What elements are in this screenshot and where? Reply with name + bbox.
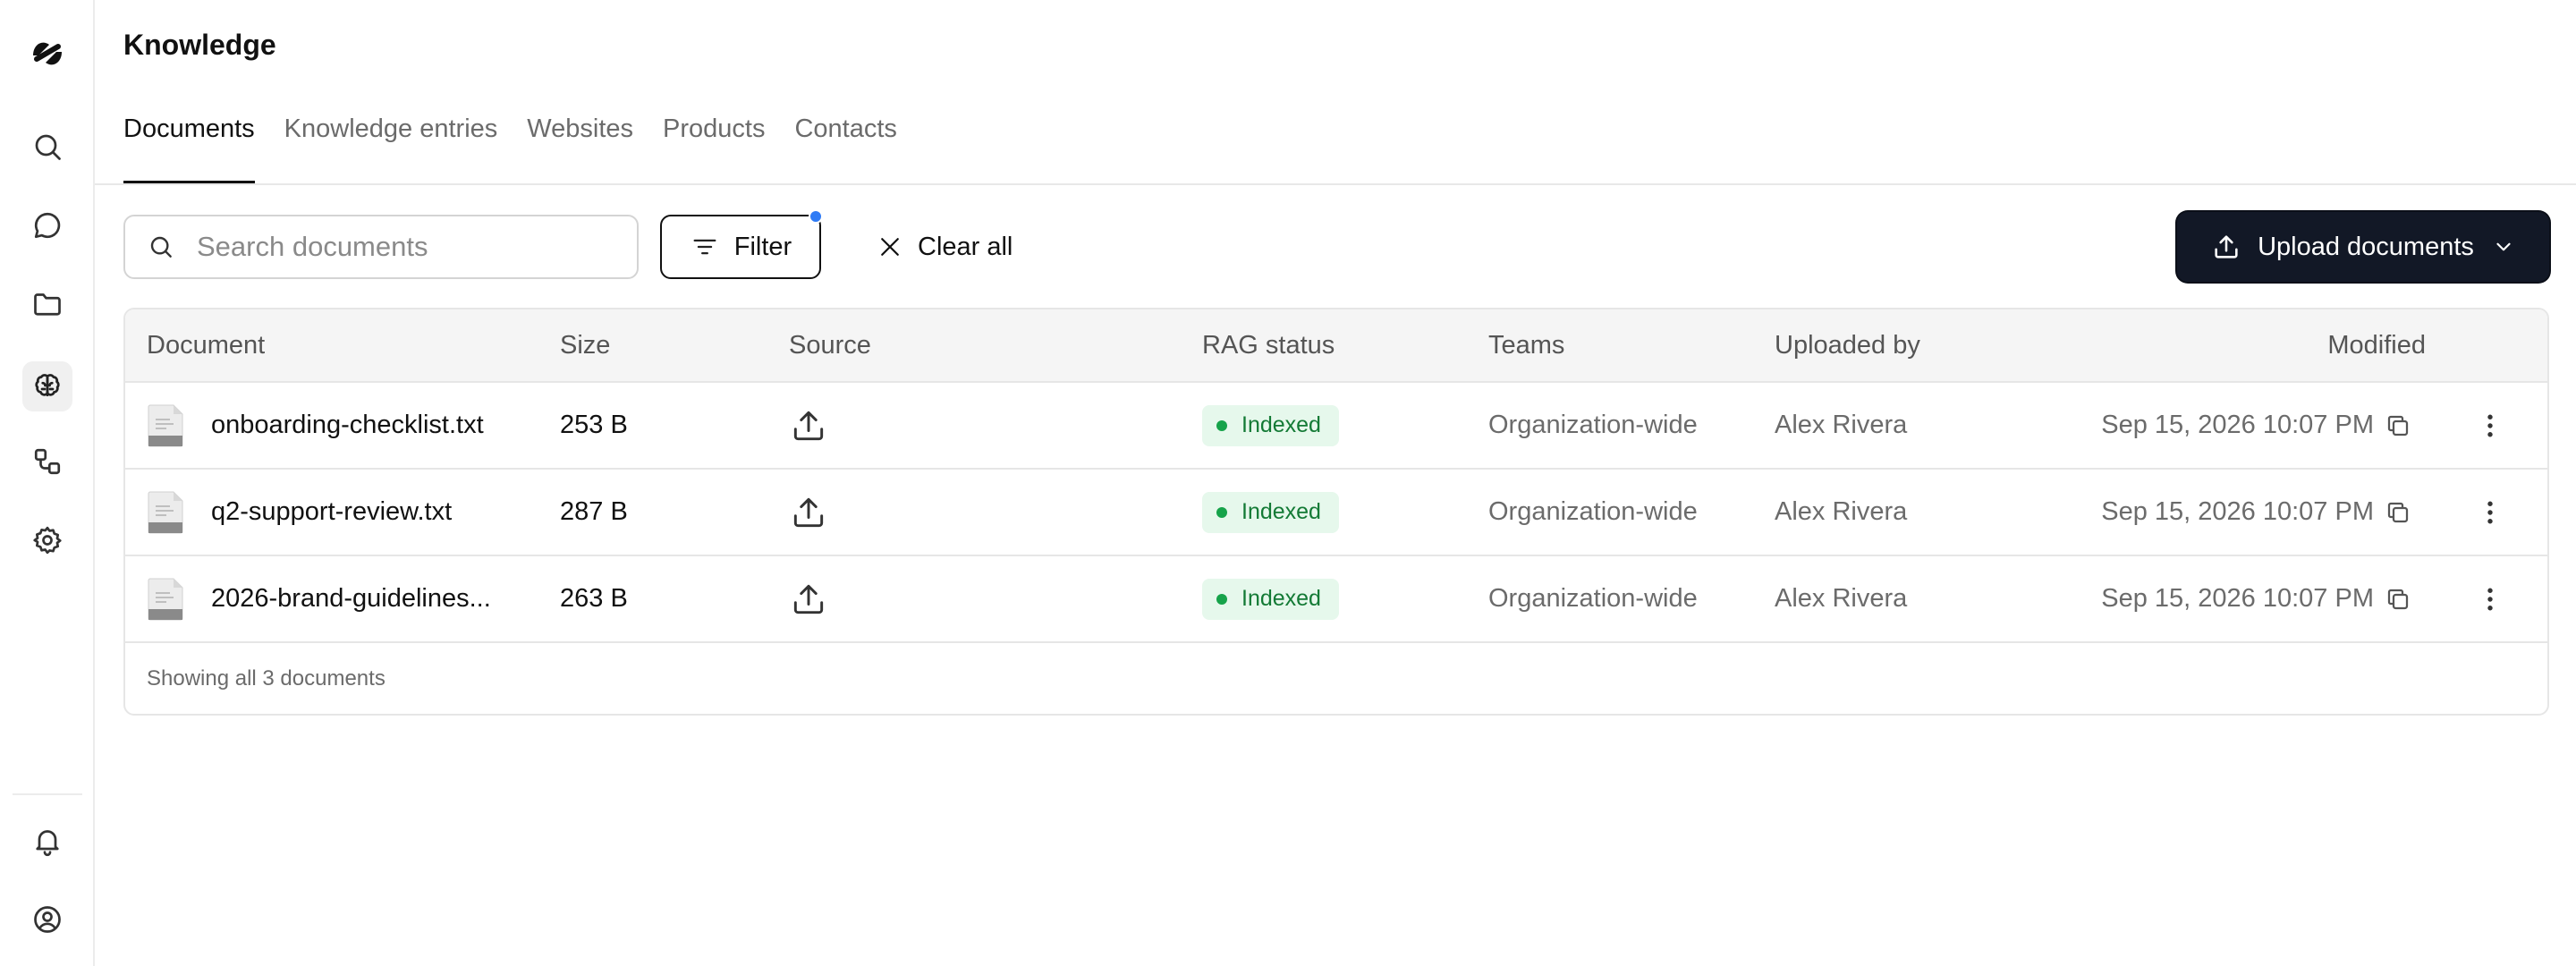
status-label: Indexed bbox=[1241, 586, 1321, 611]
column-header-uploaded-by[interactable]: Uploaded by bbox=[1775, 309, 1920, 381]
document-cell[interactable]: 2026-brand-guidelines... bbox=[147, 556, 491, 641]
source-cell bbox=[789, 383, 828, 468]
more-vertical-icon[interactable] bbox=[2474, 410, 2506, 442]
size-cell: 263 B bbox=[560, 584, 628, 613]
status-badge: Indexed bbox=[1202, 491, 1339, 533]
filter-icon bbox=[693, 239, 716, 255]
search-icon[interactable] bbox=[26, 125, 69, 168]
upload-icon bbox=[793, 584, 824, 614]
copy-icon[interactable] bbox=[2385, 499, 2411, 526]
upload-documents-label: Upload documents bbox=[2258, 232, 2474, 261]
document-name: 2026-brand-guidelines... bbox=[211, 584, 491, 613]
row-actions[interactable] bbox=[2474, 383, 2506, 468]
upload-documents-button[interactable]: Upload documents bbox=[2177, 212, 2549, 282]
tab-websites[interactable]: Websites bbox=[527, 114, 633, 184]
brand-logo-icon[interactable] bbox=[26, 32, 69, 75]
tab-products[interactable]: Products bbox=[663, 114, 765, 184]
status-dot bbox=[1216, 593, 1227, 605]
rag-status-cell: Indexed bbox=[1202, 383, 1339, 468]
row-actions[interactable] bbox=[2474, 470, 2506, 555]
status-badge: Indexed bbox=[1202, 404, 1339, 446]
txt-file-icon bbox=[148, 578, 183, 620]
uploaded-by-cell: Alex Rivera bbox=[1775, 411, 1908, 439]
table-row[interactable]: q2-support-review.txt 287 B Indexed Orga… bbox=[125, 470, 2547, 556]
gear-icon[interactable] bbox=[26, 519, 69, 562]
size-cell: 287 B bbox=[560, 497, 628, 526]
document-cell[interactable]: onboarding-checklist.txt bbox=[147, 383, 484, 468]
status-label: Indexed bbox=[1241, 499, 1321, 524]
column-header-document[interactable]: Document bbox=[147, 309, 265, 381]
sidebar bbox=[0, 0, 95, 966]
folder-icon[interactable] bbox=[26, 283, 69, 326]
more-vertical-icon[interactable] bbox=[2474, 583, 2506, 615]
table-row[interactable]: 2026-brand-guidelines... 263 B Indexed O… bbox=[125, 556, 2547, 643]
status-label: Indexed bbox=[1241, 412, 1321, 437]
clear-all-label: Clear all bbox=[918, 232, 1013, 261]
close-icon bbox=[881, 238, 899, 256]
tabs-divider bbox=[95, 183, 2576, 185]
page-title: Knowledge bbox=[123, 29, 276, 61]
more-vertical-icon[interactable] bbox=[2474, 496, 2506, 529]
row-actions[interactable] bbox=[2474, 556, 2506, 641]
document-cell[interactable]: q2-support-review.txt bbox=[147, 470, 452, 555]
sidebar-divider bbox=[13, 793, 82, 795]
source-cell bbox=[789, 470, 828, 555]
tab-documents[interactable]: Documents bbox=[123, 114, 255, 184]
chat-bubble-icon[interactable] bbox=[26, 204, 69, 247]
status-dot bbox=[1216, 419, 1227, 431]
tab-knowledge-entries[interactable]: Knowledge entries bbox=[284, 114, 498, 184]
rag-status-cell: Indexed bbox=[1202, 470, 1339, 555]
txt-file-icon bbox=[148, 404, 183, 446]
status-badge: Indexed bbox=[1202, 578, 1339, 620]
modified-cell: Sep 15, 2026 10:07 PM bbox=[2101, 470, 2411, 555]
chevron-down-icon[interactable] bbox=[2492, 235, 2515, 258]
status-dot bbox=[1216, 506, 1227, 518]
modified-date: Sep 15, 2026 10:07 PM bbox=[2101, 411, 2374, 439]
table-header: Document Size Source RAG status Teams Up… bbox=[125, 309, 2547, 383]
clear-all-button[interactable]: Clear all bbox=[877, 215, 1013, 279]
brain-icon[interactable] bbox=[22, 361, 72, 411]
source-cell bbox=[789, 556, 828, 641]
copy-icon[interactable] bbox=[2385, 586, 2411, 613]
tab-bar: Documents Knowledge entries Websites Pro… bbox=[123, 114, 927, 184]
copy-icon[interactable] bbox=[2385, 412, 2411, 439]
filter-button[interactable]: Filter bbox=[660, 209, 823, 279]
user-circle-icon[interactable] bbox=[26, 898, 69, 941]
teams-cell: Organization-wide bbox=[1488, 411, 1698, 439]
upload-icon bbox=[793, 497, 824, 527]
workflow-icon[interactable] bbox=[26, 440, 69, 483]
documents-table: Document Size Source RAG status Teams Up… bbox=[123, 308, 2549, 716]
search-box[interactable] bbox=[123, 215, 639, 279]
modified-cell: Sep 15, 2026 10:07 PM bbox=[2101, 556, 2411, 641]
teams-cell: Organization-wide bbox=[1488, 584, 1698, 613]
filter-active-indicator bbox=[809, 209, 823, 224]
bell-icon[interactable] bbox=[26, 819, 69, 862]
column-header-source[interactable]: Source bbox=[789, 309, 871, 381]
txt-file-icon bbox=[148, 491, 183, 533]
rag-status-cell: Indexed bbox=[1202, 556, 1339, 641]
uploaded-by-cell: Alex Rivera bbox=[1775, 584, 1908, 613]
column-header-rag-status[interactable]: RAG status bbox=[1202, 309, 1335, 381]
teams-cell: Organization-wide bbox=[1488, 497, 1698, 526]
search-input[interactable] bbox=[197, 231, 626, 263]
modified-cell: Sep 15, 2026 10:07 PM bbox=[2101, 383, 2411, 468]
document-name: onboarding-checklist.txt bbox=[211, 411, 484, 439]
modified-date: Sep 15, 2026 10:07 PM bbox=[2101, 497, 2374, 526]
column-header-teams[interactable]: Teams bbox=[1488, 309, 1564, 381]
filter-label: Filter bbox=[733, 232, 792, 261]
search-icon bbox=[150, 236, 172, 258]
document-name: q2-support-review.txt bbox=[211, 497, 453, 526]
column-header-size[interactable]: Size bbox=[560, 309, 610, 381]
upload-icon bbox=[2215, 235, 2238, 258]
tab-contacts[interactable]: Contacts bbox=[794, 114, 896, 184]
size-cell: 253 B bbox=[560, 411, 628, 439]
modified-date: Sep 15, 2026 10:07 PM bbox=[2101, 584, 2374, 613]
upload-icon bbox=[793, 411, 824, 440]
table-row[interactable]: onboarding-checklist.txt 253 B Indexed O… bbox=[125, 383, 2547, 470]
column-header-modified[interactable]: Modified bbox=[2327, 309, 2426, 381]
table-footer: Showing all 3 documents bbox=[147, 666, 386, 691]
uploaded-by-cell: Alex Rivera bbox=[1775, 497, 1908, 526]
